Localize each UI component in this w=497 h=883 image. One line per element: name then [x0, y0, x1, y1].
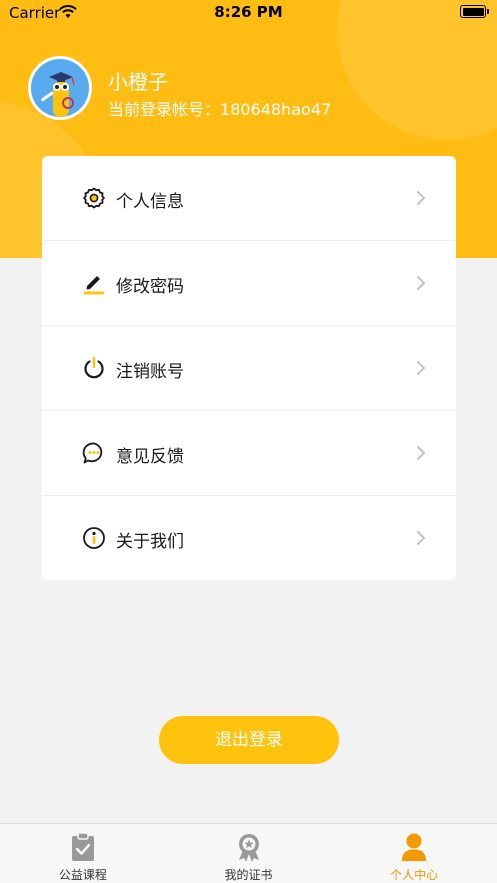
battery-icon	[460, 5, 489, 18]
chat-bubble-icon	[82, 441, 106, 465]
settings-menu: 个人信息 修改密码 注销账号 意见反馈 关于我们	[42, 156, 456, 580]
menu-item-change-password[interactable]: 修改密码	[42, 241, 456, 326]
tab-bar: 公益课程 我的证书 个人中心	[0, 823, 497, 883]
menu-item-personal-info[interactable]: 个人信息	[42, 156, 456, 241]
chevron-right-icon	[416, 190, 426, 206]
status-bar: Carrier 8:26 PM	[0, 0, 497, 26]
gear-icon	[82, 186, 106, 210]
tab-label: 个人中心	[390, 868, 439, 882]
clock: 8:26 PM	[214, 3, 283, 21]
chevron-right-icon	[416, 530, 426, 546]
menu-item-label: 意见反馈	[116, 447, 184, 467]
menu-item-label: 个人信息	[116, 192, 184, 212]
account-id: 180648hao47	[220, 100, 332, 119]
pencil-icon	[82, 271, 106, 295]
menu-item-about-us[interactable]: 关于我们	[42, 496, 456, 580]
tab-label: 我的证书	[224, 868, 273, 882]
chevron-right-icon	[416, 445, 426, 461]
menu-item-deactivate-account[interactable]: 注销账号	[42, 326, 456, 411]
tab-courses[interactable]: 公益课程	[0, 824, 166, 883]
owl-mascot-icon	[41, 72, 75, 117]
power-icon	[82, 356, 106, 380]
avatar[interactable]	[28, 56, 92, 120]
menu-item-label: 注销账号	[116, 362, 184, 382]
user-icon	[400, 832, 428, 862]
chevron-right-icon	[416, 360, 426, 376]
menu-item-label: 修改密码	[116, 277, 184, 297]
username: 小橙子	[108, 70, 168, 94]
tab-certificates[interactable]: 我的证书	[166, 824, 332, 883]
chevron-right-icon	[416, 275, 426, 291]
menu-item-feedback[interactable]: 意见反馈	[42, 411, 456, 496]
info-icon	[82, 526, 106, 550]
account-label: 当前登录帐号：	[108, 100, 221, 119]
tab-personal-center[interactable]: 个人中心	[331, 824, 497, 883]
clipboard-check-icon	[69, 832, 97, 862]
menu-item-label: 关于我们	[116, 532, 184, 552]
logout-button[interactable]: 退出登录	[159, 716, 339, 764]
account-line: 当前登录帐号：180648hao47	[108, 96, 331, 120]
tab-label: 公益课程	[58, 868, 107, 882]
award-medal-icon	[235, 832, 263, 862]
